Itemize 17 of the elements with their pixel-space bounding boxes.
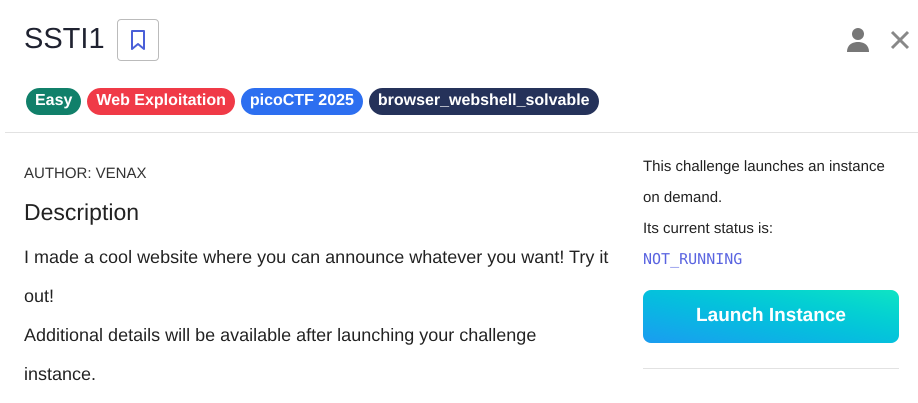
instance-info-text: Its current status is: [643, 218, 774, 238]
description-text: Additional details will be available after launching your challenge instance. [24, 324, 538, 386]
instance-status: NOT_RUNNING [643, 248, 744, 270]
bookmark-button[interactable] [116, 18, 159, 61]
description-text: I made a cool website where you can announce whatever you want! Try it out! [24, 246, 609, 308]
close-icon[interactable] [890, 30, 910, 50]
tag: browser_webshell_solvable [368, 88, 599, 114]
author-label: AUTHOR: VENAX [24, 164, 148, 184]
challenge-title: SSTI1 [24, 22, 105, 57]
tag: Easy [26, 88, 82, 114]
tag: picoCTF 2025 [240, 88, 363, 114]
tag: Web Exploitation [87, 88, 235, 114]
user-icon[interactable] [846, 26, 870, 53]
description-heading: Description [24, 198, 140, 227]
launch-instance-button[interactable]: Launch Instance [643, 290, 899, 342]
bookmark-icon [130, 28, 146, 51]
instance-info-text: This challenge launches an instance on demand. [643, 156, 886, 208]
